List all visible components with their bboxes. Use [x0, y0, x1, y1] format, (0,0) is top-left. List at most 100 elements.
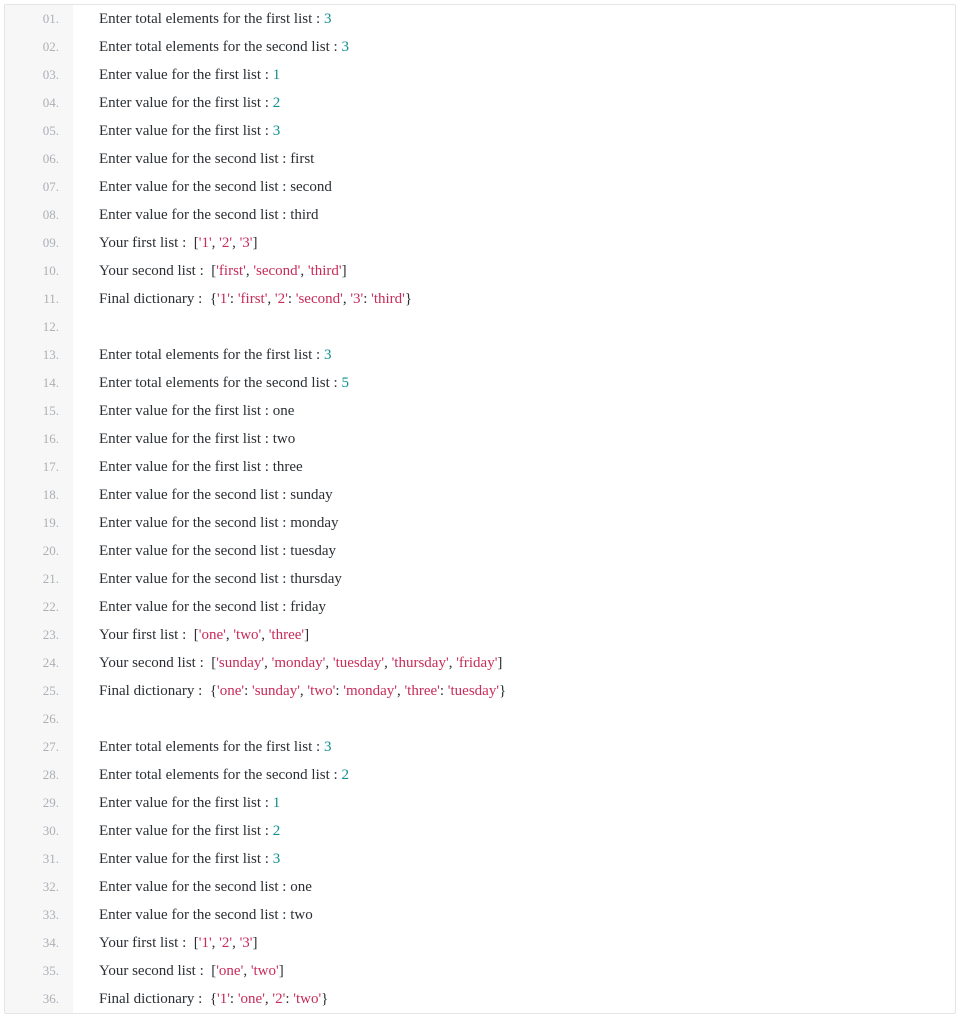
- token-text: ]: [497, 655, 502, 671]
- token-text: ,: [325, 655, 333, 671]
- token-num: 3: [341, 39, 349, 55]
- code-line: 26.: [5, 705, 955, 733]
- token-text: Final dictionary : {: [99, 991, 217, 1007]
- token-str: 'two': [307, 683, 335, 699]
- line-content: Enter total elements for the second list…: [73, 761, 349, 789]
- line-number: 34.: [5, 929, 73, 957]
- line-content: Your second list : ['one', 'two']: [73, 957, 284, 985]
- line-number: 24.: [5, 649, 73, 677]
- token-text: ,: [267, 291, 275, 307]
- line-number: 06.: [5, 145, 73, 173]
- token-str: 'one': [199, 627, 226, 643]
- token-text: Final dictionary : {: [99, 683, 217, 699]
- token-num: 2: [341, 767, 349, 783]
- line-content: [73, 313, 103, 341]
- token-text: :: [288, 291, 296, 307]
- line-content: [73, 705, 103, 733]
- token-text: ,: [232, 935, 240, 951]
- line-content: Enter total elements for the first list …: [73, 5, 331, 33]
- token-str: 'first': [238, 291, 268, 307]
- line-number: 29.: [5, 789, 73, 817]
- line-content: Enter total elements for the second list…: [73, 33, 349, 61]
- token-text: Enter value for the first list :: [99, 123, 273, 139]
- line-number: 30.: [5, 817, 73, 845]
- code-line: 12.: [5, 313, 955, 341]
- code-line: 07.Enter value for the second list : sec…: [5, 173, 955, 201]
- token-text: ,: [300, 263, 308, 279]
- line-number: 22.: [5, 593, 73, 621]
- line-content: Your second list : ['sunday', 'monday', …: [73, 649, 502, 677]
- token-text: Enter value for the first list :: [99, 67, 273, 83]
- code-line: 32.Enter value for the second list : one: [5, 873, 955, 901]
- token-str: '2': [272, 991, 285, 1007]
- code-line: 23.Your first list : ['one', 'two', 'thr…: [5, 621, 955, 649]
- code-line: 35.Your second list : ['one', 'two']: [5, 957, 955, 985]
- token-str: '3': [240, 935, 253, 951]
- line-number: 23.: [5, 621, 73, 649]
- line-content: Your first list : ['1', '2', '3']: [73, 929, 257, 957]
- line-content: Enter value for the first list : three: [73, 453, 303, 481]
- line-number: 28.: [5, 761, 73, 789]
- line-content: Enter total elements for the first list …: [73, 733, 331, 761]
- line-number: 09.: [5, 229, 73, 257]
- line-content: Enter value for the first list : 3: [73, 117, 280, 145]
- code-line: 17.Enter value for the first list : thre…: [5, 453, 955, 481]
- line-number: 36.: [5, 985, 73, 1013]
- line-content: Enter value for the second list : thursd…: [73, 565, 342, 593]
- token-num: 3: [273, 123, 281, 139]
- line-number: 33.: [5, 901, 73, 929]
- line-content: Enter total elements for the first list …: [73, 341, 331, 369]
- line-number: 20.: [5, 537, 73, 565]
- line-number: 25.: [5, 677, 73, 705]
- token-text: Enter total elements for the first list …: [99, 347, 324, 363]
- line-number: 31.: [5, 845, 73, 873]
- code-line: 02.Enter total elements for the second l…: [5, 33, 955, 61]
- line-content: Enter value for the first list : 2: [73, 817, 280, 845]
- token-text: Final dictionary : {: [99, 291, 217, 307]
- token-text: Enter value for the second list : tuesda…: [99, 543, 336, 559]
- token-text: Enter value for the second list : third: [99, 207, 319, 223]
- token-text: Enter total elements for the second list…: [99, 375, 341, 391]
- line-content: Enter value for the second list : friday: [73, 593, 326, 621]
- line-content: Enter value for the first list : two: [73, 425, 295, 453]
- token-text: ]: [279, 963, 284, 979]
- line-number: 11.: [5, 285, 73, 313]
- token-text: Enter value for the first list :: [99, 823, 273, 839]
- token-num: 3: [324, 347, 332, 363]
- line-number: 32.: [5, 873, 73, 901]
- token-str: 'friday': [456, 655, 497, 671]
- code-line: 24.Your second list : ['sunday', 'monday…: [5, 649, 955, 677]
- token-num: 2: [273, 823, 281, 839]
- token-str: '1': [199, 235, 212, 251]
- token-text: }: [499, 683, 506, 699]
- line-number: 12.: [5, 313, 73, 341]
- token-text: Enter value for the first list :: [99, 851, 273, 867]
- code-line: 04.Enter value for the first list : 2: [5, 89, 955, 117]
- line-content: Enter value for the second list : monday: [73, 509, 339, 537]
- code-line: 31.Enter value for the first list : 3: [5, 845, 955, 873]
- token-text: ,: [264, 655, 272, 671]
- token-text: Enter value for the second list : first: [99, 151, 314, 167]
- line-number: 07.: [5, 173, 73, 201]
- token-str: 'second': [253, 263, 300, 279]
- code-line: 06. Enter value for the second list : fir…: [5, 145, 955, 173]
- line-number: 14.: [5, 369, 73, 397]
- token-str: 'monday': [343, 683, 397, 699]
- line-content: Enter value for the second list : one: [73, 873, 312, 901]
- token-str: 'second': [296, 291, 343, 307]
- token-text: ,: [384, 655, 392, 671]
- token-str: 'one': [238, 991, 265, 1007]
- token-str: 'three': [404, 683, 439, 699]
- line-content: Enter value for the second list : tuesda…: [73, 537, 336, 565]
- token-text: Enter total elements for the first list …: [99, 11, 324, 27]
- line-number: 18.: [5, 481, 73, 509]
- token-num: 3: [324, 11, 332, 27]
- line-content: Final dictionary : {'one': 'sunday', 'tw…: [73, 677, 506, 705]
- token-text: ]: [304, 627, 309, 643]
- code-line: 29.Enter value for the first list : 1: [5, 789, 955, 817]
- token-str: '1': [217, 991, 230, 1007]
- token-text: Enter value for the second list : monday: [99, 515, 339, 531]
- code-line: 11.Final dictionary : {'1': 'first', '2'…: [5, 285, 955, 313]
- token-text: Enter value for the first list : one: [99, 403, 294, 419]
- token-text: Enter value for the first list : two: [99, 431, 295, 447]
